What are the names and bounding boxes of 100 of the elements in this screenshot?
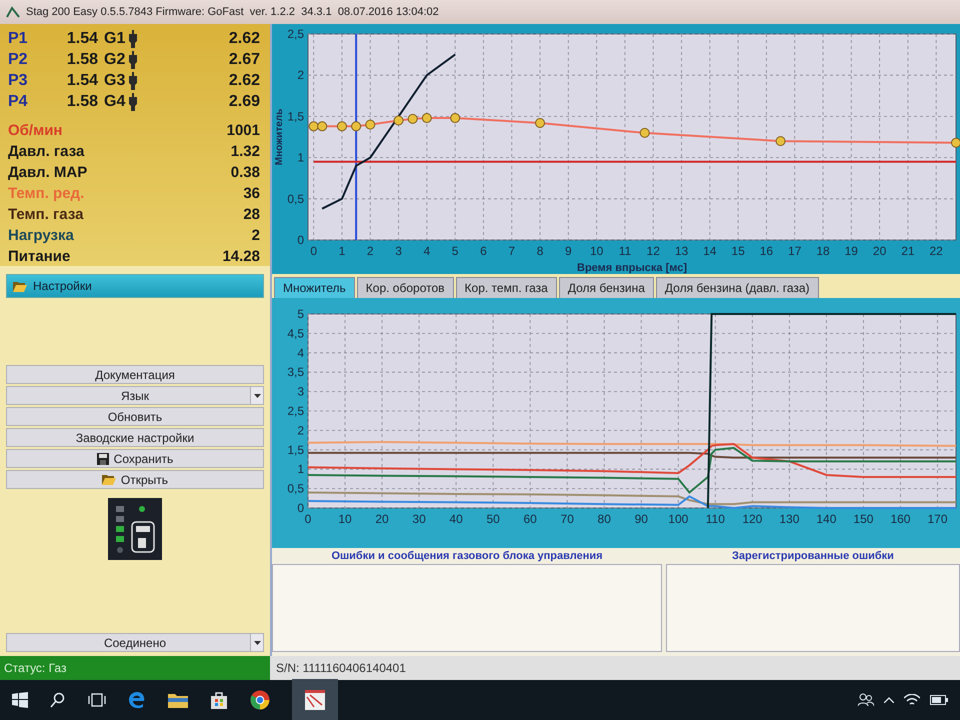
errors-title: Ошибки и сообщения газового блока управления [330, 550, 604, 562]
x-tick-label: 0 [304, 512, 312, 526]
chart-tab[interactable]: Доля бензина (давл. газа) [656, 277, 819, 298]
x-tick-label: 9 [565, 244, 572, 258]
x-tick-label: 100 [668, 512, 688, 526]
injector-label: G4 [103, 92, 126, 110]
data-point [422, 113, 432, 124]
battery-icon[interactable] [930, 695, 948, 705]
search-icon[interactable] [50, 692, 66, 708]
injector-label: G3 [103, 72, 126, 90]
settings-title: Настройки [33, 279, 92, 293]
injector-label: P2 [8, 50, 29, 68]
save-button[interactable]: Сохранить [6, 449, 264, 468]
reading-label: Питание [8, 248, 70, 265]
x-tick-label: 5 [452, 244, 458, 258]
y-tick-label: 2 [297, 68, 304, 82]
y-tick-label: 5 [297, 307, 304, 321]
data-point [450, 113, 460, 124]
floppy-icon [96, 452, 109, 464]
reading-label: Давл. MAP [8, 164, 88, 181]
injector-value: 1.58 [66, 92, 98, 110]
y-tick-label: 0 [297, 501, 304, 515]
x-tick-label: 160 [890, 512, 910, 526]
x-tick-label: 70 [560, 512, 574, 526]
chart-tab[interactable]: Кор. оборотов [356, 277, 454, 298]
language-dropdown[interactable]: Язык [6, 386, 264, 405]
task-view-icon[interactable] [88, 693, 106, 707]
injector-label: G1 [103, 30, 126, 48]
y-tick-label: 4 [297, 346, 304, 360]
x-tick-label: 11 [618, 244, 632, 258]
reading-label: Темп. газа [8, 206, 84, 223]
app-icon [6, 6, 20, 18]
injector-value: 1.54 [66, 72, 98, 90]
injector-value: 2.67 [228, 50, 260, 68]
x-tick-label: 120 [742, 512, 762, 526]
x-tick-label: 10 [338, 512, 352, 526]
people-icon[interactable] [858, 693, 874, 707]
y-tick-label: 4,5 [287, 326, 304, 340]
x-tick-label: 170 [927, 512, 948, 526]
folder-icon[interactable] [168, 692, 188, 708]
folder-icon [13, 280, 27, 292]
chart-tab[interactable]: Множитель [274, 277, 355, 298]
data-point [776, 136, 786, 146]
reading-label: Нагрузка [8, 227, 74, 244]
x-tick-label: 15 [731, 244, 745, 258]
windows-start-icon[interactable] [12, 692, 28, 708]
chart-tab[interactable]: Доля бензина [558, 277, 654, 298]
y-tick-label: 2,5 [287, 27, 304, 41]
folder-icon [102, 474, 116, 485]
x-tick-label: 130 [779, 512, 800, 526]
shopping-bag-icon[interactable] [210, 691, 228, 709]
injector-value: 2.62 [228, 30, 260, 48]
reading-label: Об/мин [8, 122, 62, 139]
open-button[interactable]: Открыть [6, 470, 264, 489]
x-tick-label: 7 [508, 244, 516, 258]
chart-app-icon[interactable] [292, 679, 338, 720]
chrome-icon[interactable] [250, 690, 270, 710]
injector-label: P1 [8, 30, 29, 48]
y-tick-label: 1,5 [287, 442, 304, 457]
x-tick-label: 1 [338, 244, 346, 258]
data-point [640, 128, 650, 138]
y-tick-label: 2,5 [287, 404, 304, 418]
data-point [317, 121, 328, 132]
injector-value: 2.69 [228, 92, 260, 110]
injector-icon [128, 50, 138, 68]
x-tick-label: 3 [395, 244, 402, 258]
x-tick-label: 30 [412, 512, 426, 526]
x-tick-label: 14 [703, 244, 716, 258]
menu-button[interactable]: Обновить [6, 407, 264, 426]
y-tick-label: 1 [297, 462, 304, 476]
x-tick-label: 50 [486, 512, 500, 526]
y-tick-label: 1 [297, 150, 304, 165]
x-tick-label: 10 [590, 244, 604, 258]
caret-icon [254, 394, 260, 398]
injector-label: G2 [103, 50, 126, 68]
menu-button[interactable]: Заводские настройки [6, 428, 264, 447]
injector-value: 1.54 [66, 30, 98, 48]
settings-header[interactable]: Настройки [6, 274, 264, 298]
connection-dropdown[interactable]: Соединено [6, 633, 264, 652]
x-tick-label: 0 [310, 244, 317, 258]
serial-number: S/N: 1111160406140401 [276, 661, 406, 675]
x-tick-label: 90 [634, 512, 648, 526]
browser-icon[interactable] [128, 691, 146, 709]
x-tick-label: 40 [449, 512, 463, 526]
reading-label: Темп. ред. [8, 185, 84, 202]
chevron-up-icon[interactable] [884, 697, 894, 703]
chart-tab[interactable]: Кор. темп. газа [456, 277, 557, 298]
network-icon[interactable] [904, 694, 920, 706]
x-tick-label: 17 [788, 244, 802, 258]
x-tick-label: 21 [901, 244, 915, 258]
y-tick-label: 2 [297, 423, 304, 438]
y-tick-label: 0 [297, 233, 304, 247]
x-tick-label: 8 [536, 244, 544, 258]
x-tick-label: 150 [853, 512, 874, 526]
injector-icon [128, 30, 138, 48]
menu-button[interactable]: Документация [6, 365, 264, 384]
x-tick-label: 2 [366, 244, 374, 258]
status-indicator: Статус: Газ [0, 656, 270, 680]
x-tick-label: 18 [816, 244, 830, 258]
reading-label: Давл. газа [8, 143, 84, 160]
